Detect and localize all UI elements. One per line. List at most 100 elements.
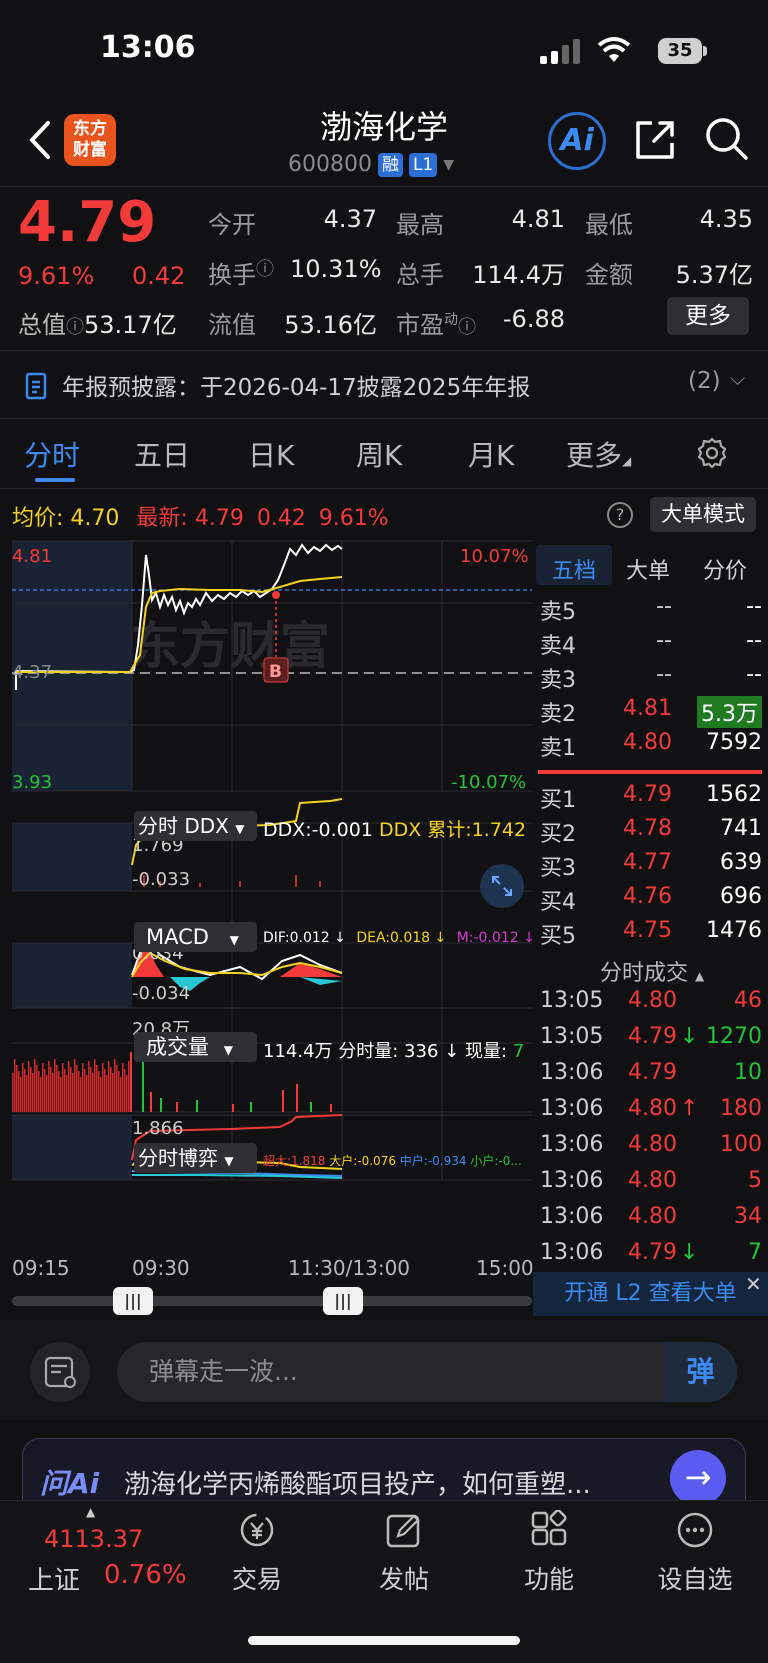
tick-time: 13:06 (540, 1168, 604, 1193)
danmaku-send-button[interactable]: 弹 (664, 1342, 737, 1402)
volume-bar (72, 1073, 74, 1112)
tab-price-distribution[interactable]: 分价 (703, 553, 747, 585)
index-percent[interactable]: 0.76% (104, 1560, 187, 1590)
time-label-0930: 09:30 (132, 1256, 190, 1280)
ddx-selector[interactable]: 分时 DDX ▼ (134, 811, 257, 841)
tab-daily-k[interactable]: 日K (248, 434, 294, 474)
amount-value: 5.37亿 (675, 261, 753, 289)
tab-intraday[interactable]: 分时 (24, 434, 80, 474)
bid-row[interactable]: 买4 4.76 696 (540, 884, 762, 917)
info-icon[interactable]: ⓘ (458, 317, 476, 338)
arrow-right-icon[interactable]: → (670, 1450, 726, 1506)
tick-direction-icon: ↑ (680, 1096, 699, 1121)
tick-time: 13:06 (540, 1096, 604, 1121)
ask-row[interactable]: 卖5 -- -- (540, 594, 762, 627)
share-icon[interactable] (632, 117, 678, 163)
tick-volume: 1270 (706, 1024, 762, 1049)
order-book-tabs: 五档 大单 分价 (536, 545, 768, 585)
latest-price: 4.79 (194, 506, 244, 531)
volume-bar (70, 1067, 72, 1112)
volume-bar (114, 1059, 116, 1112)
ask-volume: 5.3万 (697, 696, 762, 728)
tick-price: 4.79 (628, 1060, 677, 1085)
volume-selector[interactable]: 成交量 ▼ (134, 1032, 257, 1062)
tick-trades-title[interactable]: 分时成交 ▲ (600, 955, 704, 987)
tick-time: 13:06 (540, 1204, 604, 1229)
tab-big-orders[interactable]: 大单 (626, 553, 670, 585)
bid-label: 买2 (540, 822, 576, 847)
change-amount: 0.42 (132, 262, 186, 290)
divider (0, 350, 768, 351)
danmaku-input[interactable]: 弹幕走一波... (117, 1342, 737, 1402)
tick-price: 4.80 (628, 1096, 677, 1121)
tick-volume: 100 (720, 1132, 762, 1157)
search-icon[interactable] (703, 115, 751, 163)
ai-button[interactable]: Ai (548, 112, 606, 170)
volume-bar (14, 1059, 16, 1112)
volume-bar (176, 1102, 178, 1112)
volume-bar (120, 1077, 122, 1112)
time-range-slider[interactable] (12, 1296, 532, 1306)
info-icon[interactable]: ⓘ (66, 317, 84, 338)
tab-weekly-k[interactable]: 周K (356, 434, 402, 474)
slider-handle-right[interactable]: ||| (323, 1287, 363, 1315)
game-selector[interactable]: 分时博弈 ▼ (134, 1143, 257, 1173)
ask-row[interactable]: 卖1 4.80 7592 (540, 730, 762, 763)
stock-code-row[interactable]: 600800 融 L1 ▼ (288, 152, 454, 177)
ask-price: -- (656, 594, 672, 619)
active-tab-indicator (35, 478, 75, 482)
tab-five-day[interactable]: 五日 (134, 434, 190, 474)
help-icon[interactable]: ? (607, 502, 633, 528)
tab-five-level[interactable]: 五档 (552, 553, 596, 585)
ddx-axis-bottom: -0.033 (132, 869, 190, 890)
ask-row[interactable]: 卖3 -- -- (540, 662, 762, 695)
time-label-noon: 11:30/13:00 (288, 1256, 411, 1280)
bid-row[interactable]: 买1 4.79 1562 (540, 782, 762, 815)
battery-icon: 35 (658, 38, 702, 64)
amount-label: 金额 (585, 261, 633, 289)
notice-count: (2) (688, 368, 721, 394)
intraday-chart[interactable]: 东方财富 B 4.81 4.37 3.93 10.07% -10.07% 1.7… (0, 535, 534, 1255)
buy-marker: B (269, 662, 282, 682)
tab-more[interactable]: 更多◢ (566, 434, 631, 474)
gear-icon[interactable] (695, 436, 729, 470)
ask-label: 卖2 (540, 702, 576, 727)
index-name[interactable]: 上证 (28, 1560, 80, 1597)
volume-bar (16, 1065, 18, 1112)
ddx-values: DDX:-0.001 DDX 累计:1.742 (263, 819, 527, 841)
info-icon[interactable]: ⓘ (256, 259, 274, 280)
bid-label: 买4 (540, 890, 576, 915)
volume-bar (112, 1073, 114, 1112)
ask-price: -- (656, 628, 672, 653)
bid-row[interactable]: 买3 4.77 639 (540, 850, 762, 883)
ask-row[interactable]: 卖4 -- -- (540, 628, 762, 661)
l2-upgrade-banner[interactable]: 开通 L2 查看大单 (533, 1272, 768, 1316)
danmaku-settings-icon[interactable] (30, 1342, 90, 1402)
macd-selector[interactable]: MACD ▼ (134, 922, 257, 952)
bid-row[interactable]: 买5 4.75 1476 (540, 918, 762, 951)
level-tag: L1 (408, 152, 438, 177)
float-cap-value: 53.16亿 (284, 311, 377, 339)
high-label: 最高 (396, 211, 444, 239)
volume-bar (64, 1069, 66, 1112)
turnover-label: 换手ⓘ (208, 259, 274, 289)
slider-handle-left[interactable]: ||| (113, 1287, 153, 1315)
bid-row[interactable]: 买2 4.78 741 (540, 816, 762, 849)
close-icon[interactable]: ✕ (745, 1272, 762, 1296)
bid-price: 4.75 (623, 918, 672, 943)
tick-price: 4.80 (628, 1204, 677, 1229)
battery-tip (703, 46, 707, 56)
status-bar: 13:06 35 (0, 0, 768, 95)
ask-row[interactable]: 卖2 4.81 5.3万 (540, 696, 762, 729)
more-button[interactable]: 更多 (667, 297, 749, 335)
low-value: 4.35 (699, 205, 753, 233)
tab-monthly-k[interactable]: 月K (468, 434, 514, 474)
index-value[interactable]: 4113.37 (44, 1525, 143, 1553)
volume-bar (66, 1075, 68, 1112)
ask-label: 卖5 (540, 600, 576, 625)
big-order-mode-button[interactable]: 大单模式 (650, 497, 756, 532)
index-expand-icon[interactable]: ▲ (86, 1505, 95, 1519)
latest-percent: 9.61% (318, 506, 389, 531)
ask-volume: 7592 (706, 730, 762, 755)
tick-time: 13:06 (540, 1240, 604, 1265)
